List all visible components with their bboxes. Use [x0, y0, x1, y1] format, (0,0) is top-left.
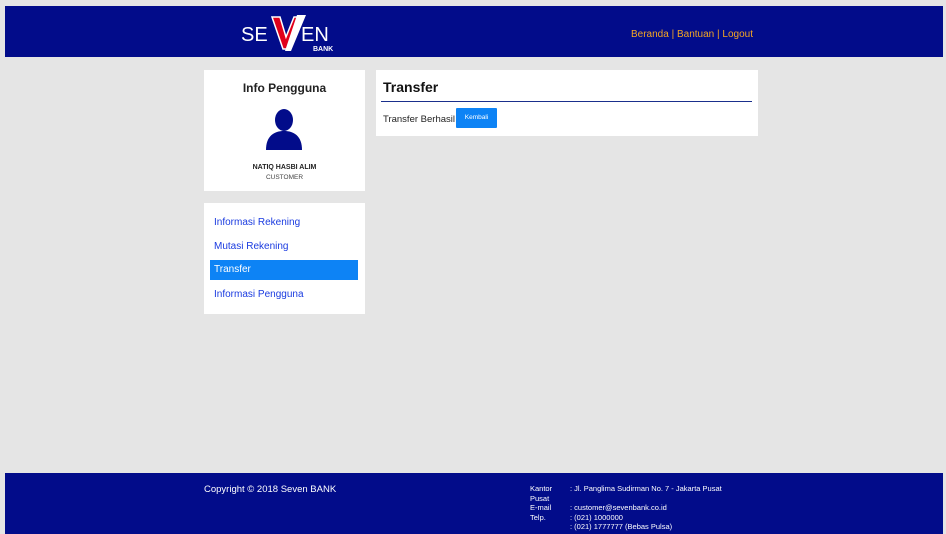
contact-row: : (021) 1777777 (Bebas Pulsa)	[530, 522, 722, 532]
sidebar-menu: Informasi Rekening Mutasi Rekening Trans…	[204, 203, 365, 314]
user-info-title: Info Pengguna	[242, 81, 327, 95]
footer: Copyright © 2018 Seven BANK Kantor Pusat…	[5, 473, 943, 534]
logo-subtext: BANK	[313, 46, 333, 53]
sidebar-item-informasi-pengguna[interactable]: Informasi Pengguna	[210, 285, 358, 305]
page-title: Transfer	[383, 79, 439, 95]
back-button[interactable]: Kembali	[456, 108, 497, 128]
transfer-status-text: Transfer Berhasil	[383, 114, 455, 125]
contact-row: E-mail : customer@sevenbank.co.id	[530, 503, 722, 513]
nav-bantuan-link[interactable]: Bantuan	[677, 29, 714, 40]
contact-value: : (021) 1777777 (Bebas Pulsa)	[570, 522, 673, 531]
user-role: CUSTOMER	[265, 174, 304, 181]
contact-key: Kantor Pusat	[530, 484, 553, 503]
contact-value: : Jl. Panglima Sudirman No. 7 - Jakarta …	[570, 484, 722, 493]
contact-row: Kantor Pusat : Jl. Panglima Sudirman No.…	[530, 484, 722, 503]
contact-value: : (021) 1000000	[570, 512, 623, 522]
footer-contact: Kantor Pusat : Jl. Panglima Sudirman No.…	[530, 484, 722, 532]
nav-logout-link[interactable]: Logout	[722, 29, 753, 40]
seven-bank-logo[interactable]: SE EN BANK	[239, 11, 347, 55]
sidebar-item-mutasi-rekening[interactable]: Mutasi Rekening	[210, 237, 358, 257]
contact-row: Telp. : (021) 1000000	[530, 513, 722, 523]
top-nav: Beranda | Bantuan | Logout	[631, 29, 753, 40]
user-name: NATIQ HASBI ALIM	[252, 164, 317, 171]
contact-key	[530, 522, 570, 532]
top-header: SE EN BANK Beranda | Bantuan | Logout	[5, 6, 943, 57]
contact-value: : customer@sevenbank.co.id	[570, 503, 667, 512]
sidebar-item-transfer[interactable]: Transfer	[210, 260, 358, 280]
sidebar-item-informasi-rekening[interactable]: Informasi Rekening	[210, 213, 358, 233]
nav-beranda-link[interactable]: Beranda	[631, 29, 669, 40]
contact-key: E-mail	[530, 503, 552, 512]
footer-copyright: Copyright © 2018 Seven BANK	[204, 484, 337, 495]
user-info-card: Info Pengguna NATIQ HASBI ALIM CUSTOMER	[204, 70, 365, 191]
nav-separator: |	[671, 29, 675, 40]
contact-key: Telp.	[530, 512, 546, 522]
logo-text-left: SE	[241, 24, 268, 46]
transfer-panel: Transfer Transfer Berhasil Kembali	[376, 70, 758, 136]
user-silhouette-icon	[266, 109, 302, 150]
title-divider	[381, 101, 752, 102]
nav-separator: |	[717, 29, 720, 40]
logo-text-right: EN	[301, 24, 329, 46]
